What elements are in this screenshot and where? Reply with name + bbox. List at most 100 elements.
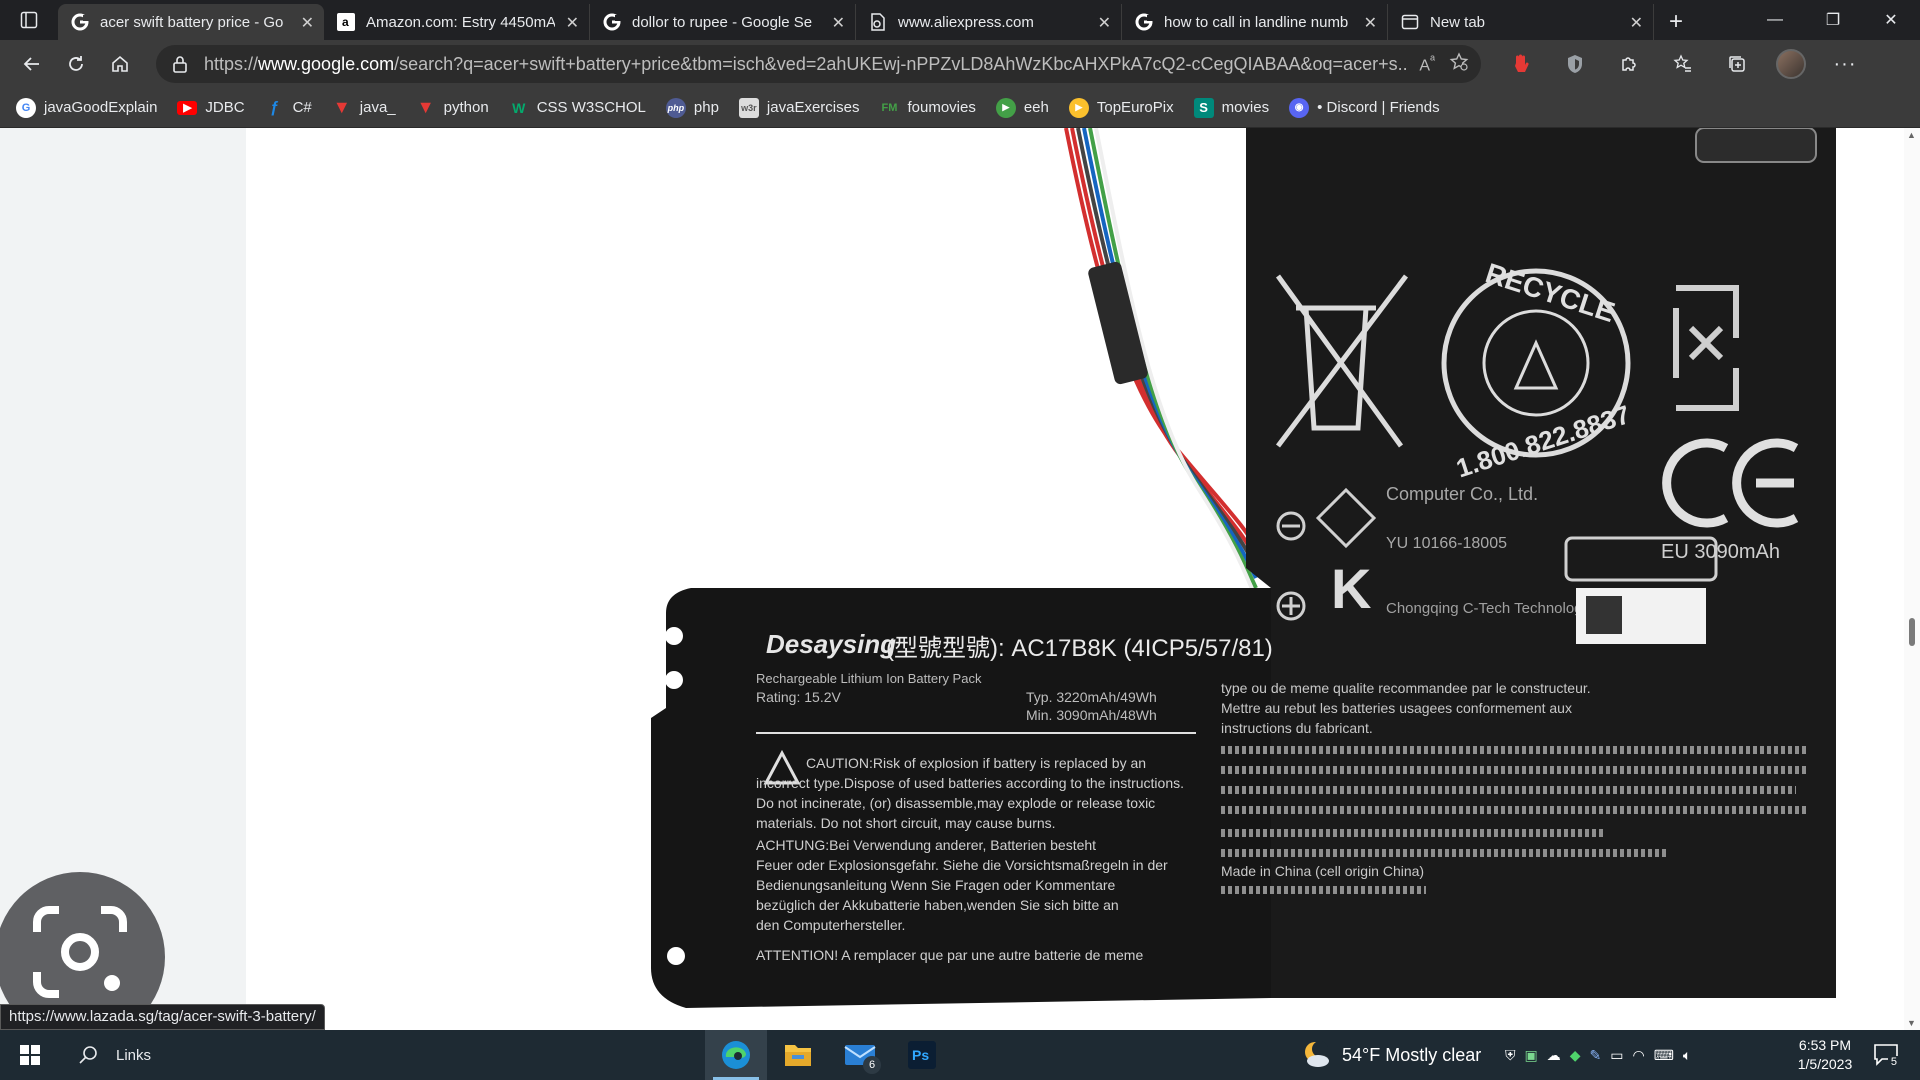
profile-button[interactable] [1769,44,1813,84]
bookmark-javaexercises[interactable]: w3r javaExercises [738,97,859,118]
address-bar[interactable]: https://www.google.com/search?q=acer+swi… [156,45,1481,83]
bookmark-label: javaGoodExplain [44,99,158,116]
shield-icon [1568,55,1582,73]
pen-icon[interactable]: ✎ [1590,1047,1602,1064]
security-check-icon[interactable]: ▣ [1525,1047,1538,1064]
scroll-down-icon[interactable]: ▼ [1907,1018,1916,1028]
file-explorer-icon [785,1045,811,1066]
bookmark-label: CSS W3SCHOL [536,99,646,116]
omnibox-actions: Aᵃ [1419,52,1469,77]
taskbar-edge[interactable] [705,1030,767,1080]
hand-stop-icon [1515,54,1529,72]
shield-extension-button[interactable] [1553,44,1597,84]
lock-icon[interactable] [168,55,192,73]
weather-widget[interactable]: 54°F Mostly clear [1302,1030,1481,1080]
favorites-list-icon [1673,54,1691,72]
window-controls: — ❐ ✕ [1746,0,1920,40]
bookmark-label: eeh [1023,99,1049,116]
collections-button[interactable] [1715,44,1759,84]
tab-amazon[interactable]: a Amazon.com: Estry 4450mA ✕ [324,4,590,40]
moon-cloud-icon [1305,1041,1329,1067]
attention-text: ATTENTION! A remplacer que par une autre… [756,947,1143,963]
page-scrollbar[interactable]: ▲ ▼ [1904,128,1920,1030]
close-icon[interactable]: ✕ [832,13,845,33]
bookmark-javagoodexplain[interactable]: GjavaGoodExplain [16,97,158,118]
tab-aliexpress[interactable]: www.aliexpress.com ✕ [856,4,1122,40]
taskbar-file-explorer[interactable] [767,1030,829,1080]
bookmark-java[interactable]: ▼ java_ [332,97,396,118]
extensions-button[interactable] [1607,44,1651,84]
bookmark-label: foumovies [907,99,976,116]
bookmark-python[interactable]: ▼ python [416,97,489,118]
taskbar-mail[interactable]: 6 [829,1030,891,1080]
svg-text:Ps: Ps [912,1047,929,1063]
tab-landline[interactable]: how to call in landline numb ✕ [1122,4,1388,40]
home-button[interactable] [98,44,142,84]
minimize-button[interactable]: — [1746,0,1804,40]
tab-title: dollor to rupee - Google Se [632,13,813,31]
bookmark-label: JDBC [205,99,245,116]
w3schools-icon: W [512,99,526,116]
refresh-button[interactable] [54,44,98,84]
tab-title: www.aliexpress.com [898,13,1034,31]
bookmark-jdbc[interactable]: ▶ JDBC [177,99,245,116]
close-icon[interactable]: ✕ [566,13,579,33]
scroll-up-icon[interactable]: ▲ [1907,130,1916,140]
tab-new-tab[interactable]: New tab ✕ [1388,4,1654,40]
start-button[interactable] [0,1030,60,1080]
java-icon: ▼ [332,97,351,117]
close-icon[interactable]: ✕ [1364,13,1377,33]
bookmark-label: python [443,99,489,116]
bookmark-csharp[interactable]: ƒ C# [265,98,312,118]
bookmark-foumovies[interactable]: FM foumovies [879,98,976,118]
defender-icon[interactable]: ⛨ [1505,1047,1516,1064]
meet-now-icon[interactable]: ▭ [1610,1047,1623,1064]
url-prefix: https:// [204,53,259,74]
settings-more-button[interactable]: ··· [1823,44,1867,84]
bookmark-topeuropix[interactable]: ▶ TopEuroPix [1068,97,1174,118]
more-icon: ··· [1833,52,1857,75]
bookmark-css-w3schol[interactable]: W CSS W3SCHOL [509,98,646,118]
restore-button[interactable]: ❐ [1804,0,1862,40]
tab-actions-button[interactable] [0,0,58,40]
bookmark-php[interactable]: php php [665,97,719,118]
add-favorite-icon[interactable] [1449,51,1469,77]
taskbar-search[interactable]: Links [60,1045,151,1065]
tab-title: acer swift battery price - Go [100,13,284,31]
new-tab-button[interactable]: + [1654,4,1698,40]
volume-icon[interactable]: 🔈︎ [1683,1047,1691,1064]
bookmark-label: • Discord | Friends [1317,99,1440,116]
close-window-button[interactable]: ✕ [1862,0,1920,40]
onedrive-icon[interactable]: ☁ [1547,1047,1561,1064]
bookmark-discord[interactable]: ◉ • Discord | Friends [1289,97,1440,118]
scrollbar-thumb[interactable] [1909,618,1915,646]
battery-photo: RECYCLE 1.800.822.8837 EU 3090mAh Comput… [651,128,1836,1008]
collections-icon [1729,56,1745,72]
close-icon[interactable]: ✕ [301,13,314,33]
adblock-extension-button[interactable] [1499,44,1543,84]
taskbar-clock[interactable]: 6:53 PM 1/5/2023 [1770,1036,1880,1074]
google-drive-icon[interactable]: ◆ [1570,1047,1581,1064]
links-toolbar-label[interactable]: Links [116,1047,151,1064]
back-button[interactable] [10,44,54,84]
status-bar-url: https://www.lazada.sg/tag/acer-swift-3-b… [0,1004,325,1030]
bookmark-movies[interactable]: Smovies [1193,97,1269,118]
home-icon [112,55,128,72]
url-text[interactable]: https://www.google.com/search?q=acer+swi… [204,54,1409,75]
tab-title: how to call in landline numb [1164,13,1349,31]
keyboard-language-icon[interactable]: ⌨ [1654,1047,1674,1064]
favorites-button[interactable] [1661,44,1705,84]
taskbar-photoshop[interactable]: Ps [891,1030,953,1080]
bookmark-eeh[interactable]: ▶ eeh [995,97,1049,118]
close-icon[interactable]: ✕ [1098,13,1111,33]
wifi-icon[interactable]: ◠ [1632,1047,1644,1064]
tab-acer-swift-battery[interactable]: acer swift battery price - Go ✕ [58,4,324,40]
read-aloud-icon[interactable]: Aᵃ [1419,52,1435,77]
action-center-button[interactable]: 5 [1866,1040,1906,1070]
tab-dollar-to-rupee[interactable]: dollor to rupee - Google Se ✕ [590,4,856,40]
discord-icon: ◉ [1289,97,1310,118]
close-icon[interactable]: ✕ [1630,13,1643,33]
kc-mark: K [1331,557,1371,620]
youtube-icon: ▶ [177,100,198,115]
url-path: /search?q=acer+swift+battery+price&tbm=i… [394,53,1410,74]
